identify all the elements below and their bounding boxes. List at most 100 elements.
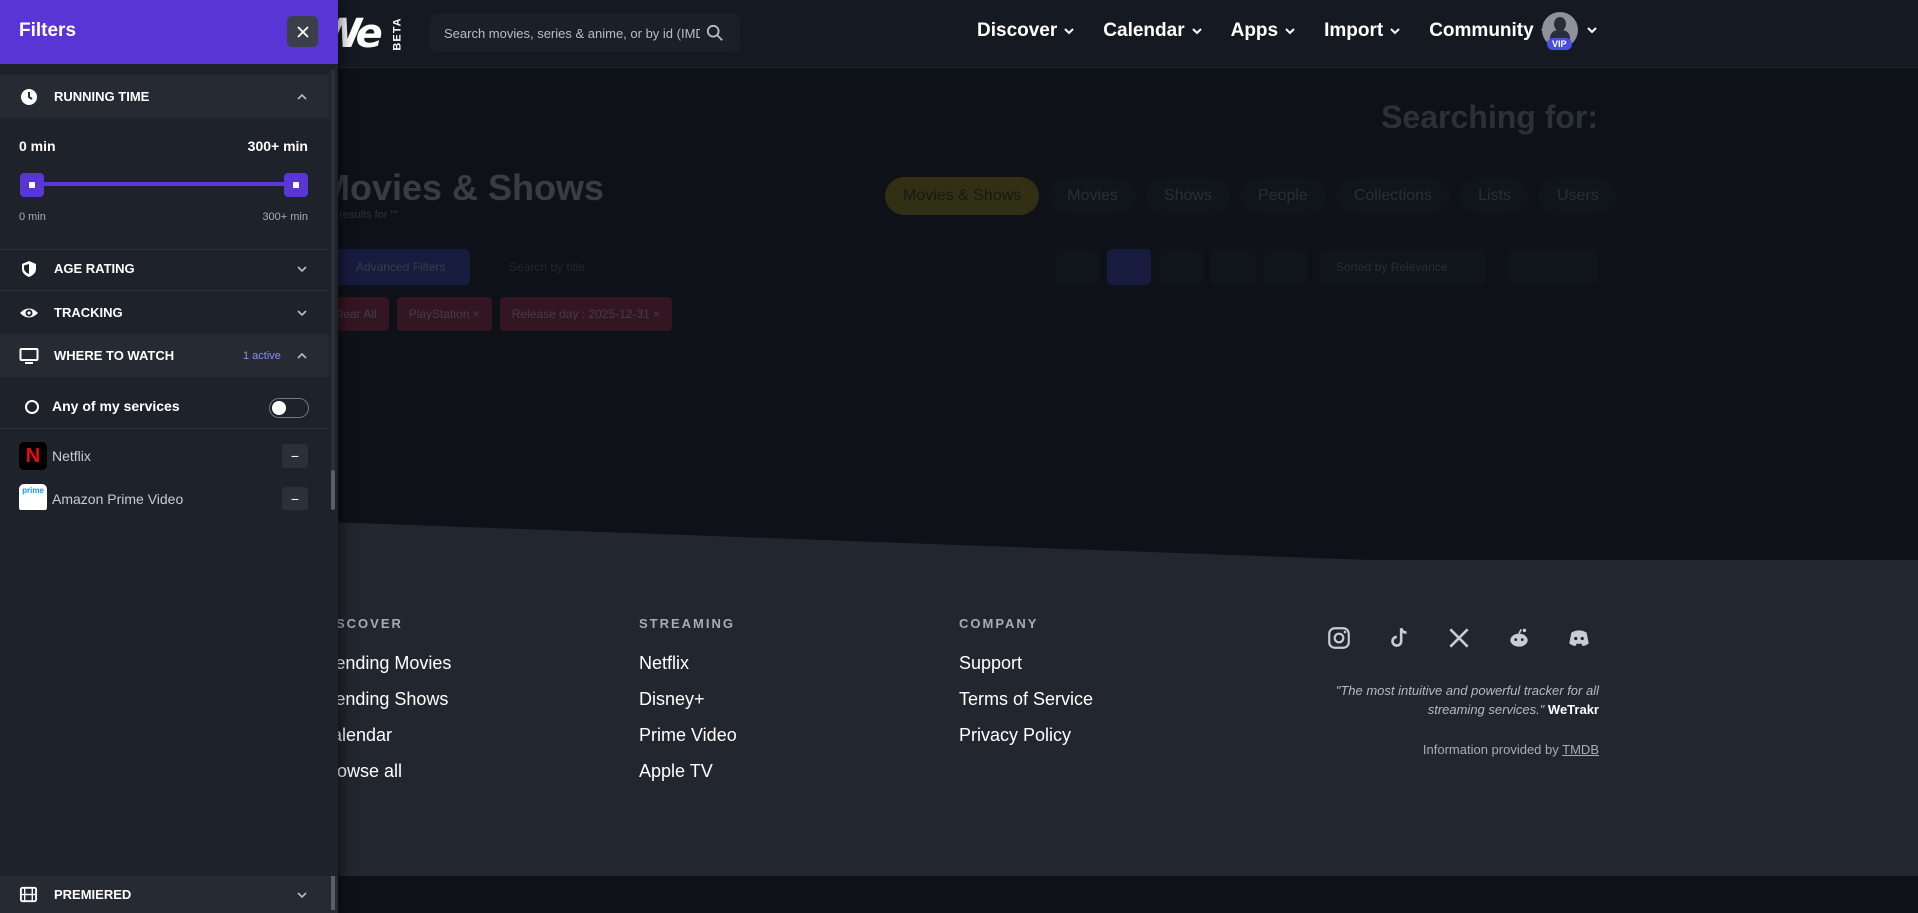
shield-icon [22, 260, 36, 277]
footer-link[interactable]: Disney+ [639, 689, 737, 710]
footer-link[interactable]: Browse all [319, 761, 451, 782]
tab-shows[interactable]: Shows [1145, 177, 1230, 215]
service-name: Amazon Prime Video [52, 491, 184, 507]
main-nav: Discover Calendar Apps Import Community [977, 20, 1552, 42]
filters-scrollbar-thumb[interactable] [331, 470, 335, 510]
chevron-down-icon [1064, 28, 1074, 35]
film-icon [19, 886, 38, 903]
close-icon [296, 25, 309, 38]
tab-collections[interactable]: Collections [1335, 177, 1451, 215]
discord-icon[interactable] [1566, 625, 1592, 651]
footer-link[interactable]: Support [959, 653, 1093, 674]
prime-video-logo: prime [19, 484, 47, 510]
tmdb-prefix: Information provided by [1422, 742, 1559, 757]
view-compact-button[interactable] [1159, 249, 1203, 285]
filter-section-tracking[interactable]: TRACKING [0, 291, 329, 334]
footer-link[interactable]: Calendar [319, 725, 451, 746]
footer-heading: DISCOVER [319, 616, 403, 631]
chevron-up-icon [297, 352, 307, 359]
filter-section-age-rating[interactable]: AGE RATING [0, 247, 329, 290]
footer-heading: COMPANY [959, 616, 1039, 631]
nav-import[interactable]: Import [1324, 20, 1401, 42]
footer-link[interactable]: Terms of Service [959, 689, 1093, 710]
result-type-tabs: Movies & Shows Movies Shows People Colle… [885, 177, 1617, 215]
close-filters-button[interactable] [287, 16, 318, 47]
footer-link[interactable]: Netflix [639, 653, 737, 674]
sort-label: Sorted by [1336, 260, 1388, 274]
tiktok-icon[interactable] [1386, 625, 1412, 651]
any-services-label: Any of my services [52, 398, 180, 414]
service-row-netflix: N Netflix − [0, 432, 329, 478]
filters-body: RUNNING TIME 0 min 300+ min 0 min 300+ m… [0, 64, 329, 510]
any-services-toggle[interactable] [269, 398, 309, 418]
footer-link[interactable]: Privacy Policy [959, 725, 1093, 746]
footer-link[interactable]: Trending Shows [319, 689, 451, 710]
search-input[interactable] [444, 25, 700, 41]
chevron-up-icon [297, 93, 307, 100]
filters-scrollbar-track[interactable] [331, 70, 335, 506]
tab-movies-shows[interactable]: Movies & Shows [885, 177, 1040, 215]
filters-scrollbar-lower[interactable] [331, 876, 335, 910]
any-services-row: Any of my services [0, 384, 329, 430]
view-poster-button[interactable] [1211, 249, 1255, 285]
running-time-track[interactable] [32, 182, 296, 186]
range-min-tick: 0 min [19, 211, 46, 223]
chevron-down-icon [1191, 28, 1202, 35]
chip-release-day[interactable]: Release day : 2025-12-31 × [499, 297, 673, 331]
avatar[interactable]: VIP [1542, 12, 1578, 50]
sort-value: Relevance [1390, 260, 1448, 274]
view-text-button[interactable] [1263, 249, 1307, 285]
tmdb-link[interactable]: TMDB [1562, 742, 1599, 757]
nav-calendar[interactable]: Calendar [1103, 20, 1202, 42]
any-services-radio[interactable] [25, 400, 39, 414]
footer-link[interactable]: Trending Movies [319, 653, 451, 674]
results-count: 0 results for "" [330, 209, 399, 221]
view-list-button[interactable] [1055, 249, 1099, 285]
search-box [430, 14, 740, 52]
reddit-icon[interactable] [1506, 625, 1532, 651]
filter-section-premiered[interactable]: PREMIERED [0, 876, 338, 913]
service-row-prime-video: prime Amazon Prime Video − [0, 474, 329, 510]
tab-lists[interactable]: Lists [1460, 177, 1529, 215]
search-icon[interactable] [706, 24, 724, 42]
tab-people[interactable]: People [1239, 177, 1326, 215]
chip-playstation[interactable]: PlayStation × [396, 297, 492, 331]
view-grid-button[interactable] [1107, 249, 1151, 285]
vip-badge: VIP [1547, 38, 1572, 50]
nav-apps[interactable]: Apps [1231, 20, 1297, 42]
exclude-prime-video-button[interactable]: − [282, 487, 308, 510]
step-select[interactable] [1508, 249, 1598, 285]
nav-discover[interactable]: Discover [977, 20, 1075, 42]
section-label: RUNNING TIME [54, 89, 150, 104]
netflix-logo: N [19, 442, 47, 470]
exclude-netflix-button[interactable]: − [282, 444, 308, 468]
range-max-value: 300+ min [247, 138, 308, 154]
nav-label: Apps [1230, 20, 1279, 41]
footer-link[interactable]: Prime Video [639, 725, 737, 746]
filters-panel: Filters RUNNING TIME 0 min 300+ min 0 mi… [0, 0, 338, 913]
section-label: PREMIERED [54, 887, 132, 902]
footer-link[interactable]: Apple TV [639, 761, 737, 782]
range-max-handle[interactable] [284, 173, 308, 197]
service-name: Netflix [52, 448, 91, 464]
nav-community[interactable]: Community [1429, 20, 1552, 42]
active-count-tag: 1 active [243, 349, 281, 362]
quote-author: WeTrakr [1547, 702, 1599, 717]
advanced-filters-button[interactable]: Advanced Filters [330, 249, 470, 285]
footer-col-company: COMPANY Support Terms of Service Privacy… [959, 616, 1093, 761]
filter-section-where-to-watch[interactable]: WHERE TO WATCH 1 active [0, 334, 329, 377]
section-label: WHERE TO WATCH [54, 348, 175, 363]
title-search-input[interactable]: Search by title [485, 249, 665, 285]
sort-select[interactable]: Sorted by Relevance [1320, 249, 1485, 285]
tab-movies[interactable]: Movies [1049, 177, 1136, 215]
x-icon[interactable] [1446, 625, 1472, 651]
divider [0, 428, 329, 429]
footer-col-streaming: STREAMING Netflix Disney+ Prime Video Ap… [639, 616, 737, 797]
instagram-icon[interactable] [1326, 625, 1352, 651]
chevron-down-icon[interactable] [1586, 24, 1598, 36]
eye-icon [20, 308, 38, 317]
range-min-handle[interactable] [20, 173, 44, 197]
range-min-value: 0 min [19, 138, 56, 154]
tab-users[interactable]: Users [1538, 177, 1617, 215]
filter-section-running-time[interactable]: RUNNING TIME [0, 75, 329, 118]
